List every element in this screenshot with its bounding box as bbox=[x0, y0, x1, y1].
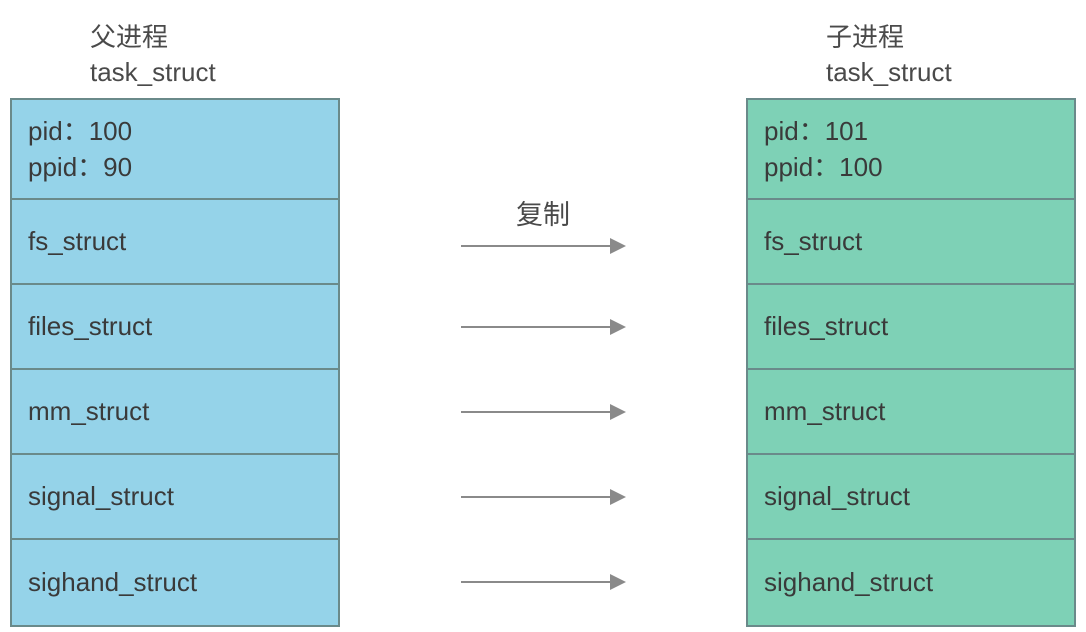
arrow-row-4 bbox=[340, 454, 746, 539]
parent-field-files: files_struct bbox=[12, 285, 338, 370]
arrow-icon bbox=[461, 317, 626, 337]
parent-ppid: ppid：90 bbox=[28, 149, 132, 185]
parent-field-signal: signal_struct bbox=[12, 455, 338, 540]
child-field-signal: signal_struct bbox=[748, 455, 1074, 540]
arrow-row-1 bbox=[340, 236, 746, 284]
parent-field-fs: fs_struct bbox=[12, 200, 338, 285]
arrows-column: 复制 bbox=[340, 20, 746, 624]
arrow-icon bbox=[461, 236, 626, 256]
arrow-row-2 bbox=[340, 284, 746, 369]
child-process-block: 子进程 task_struct pid：101 ppid：100 fs_stru… bbox=[746, 20, 1076, 627]
parent-struct-box: pid：100 ppid：90 fs_struct files_struct m… bbox=[10, 98, 340, 627]
copy-label: 复制 bbox=[516, 193, 570, 232]
parent-field-mm: mm_struct bbox=[12, 370, 338, 455]
parent-process-block: 父进程 task_struct pid：100 ppid：90 fs_struc… bbox=[10, 20, 340, 627]
parent-title-line2: task_struct bbox=[90, 57, 216, 87]
child-title-line2: task_struct bbox=[826, 57, 952, 87]
child-pid-cell: pid：101 ppid：100 bbox=[748, 100, 1074, 200]
child-ppid: ppid：100 bbox=[764, 149, 883, 185]
arrow-row-5 bbox=[340, 539, 746, 624]
child-pid: pid：101 bbox=[764, 113, 868, 149]
parent-field-sighand: sighand_struct bbox=[12, 540, 338, 625]
arrow-icon bbox=[461, 402, 626, 422]
child-struct-box: pid：101 ppid：100 fs_struct files_struct … bbox=[746, 98, 1076, 627]
child-field-files: files_struct bbox=[748, 285, 1074, 370]
child-field-fs: fs_struct bbox=[748, 200, 1074, 285]
arrow-icon bbox=[461, 572, 626, 592]
arrow-row-3 bbox=[340, 369, 746, 454]
parent-title: 父进程 task_struct bbox=[90, 20, 340, 90]
child-title-line1: 子进程 bbox=[826, 22, 904, 52]
child-title: 子进程 task_struct bbox=[826, 20, 1076, 90]
parent-pid: pid：100 bbox=[28, 113, 132, 149]
child-field-sighand: sighand_struct bbox=[748, 540, 1074, 625]
parent-title-line1: 父进程 bbox=[90, 22, 168, 52]
diagram-container: 父进程 task_struct pid：100 ppid：90 fs_struc… bbox=[0, 0, 1086, 627]
arrow-icon bbox=[461, 487, 626, 507]
child-field-mm: mm_struct bbox=[748, 370, 1074, 455]
parent-pid-cell: pid：100 ppid：90 bbox=[12, 100, 338, 200]
